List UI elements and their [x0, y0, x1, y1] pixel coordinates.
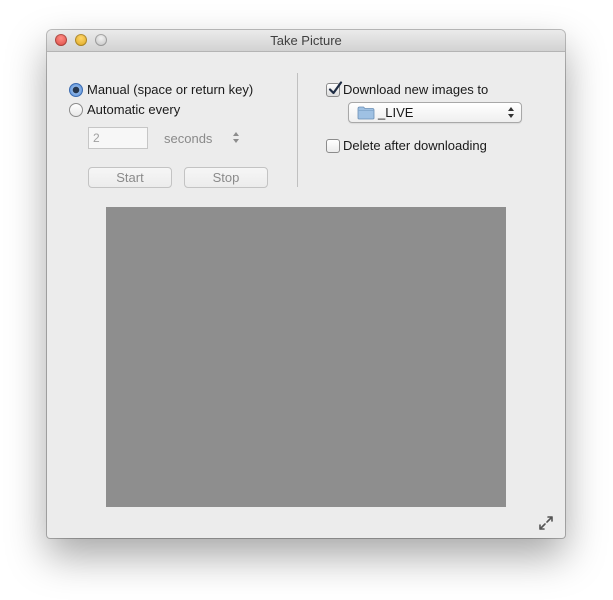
folder-icon [357, 106, 375, 120]
stepper-down-icon[interactable] [233, 139, 239, 143]
interval-seconds-input[interactable] [88, 127, 148, 149]
checkmark-icon [328, 81, 343, 95]
automatic-mode-radio[interactable] [69, 103, 83, 117]
manual-mode-radio[interactable] [69, 83, 83, 97]
column-divider [297, 73, 298, 187]
delete-after-downloading-checkbox[interactable] [326, 139, 340, 153]
download-new-images-label[interactable]: Download new images to [343, 82, 488, 97]
window-title: Take Picture [270, 33, 342, 48]
automatic-mode-label[interactable]: Automatic every [87, 102, 180, 117]
camera-preview [106, 207, 506, 507]
manual-mode-label[interactable]: Manual (space or return key) [87, 82, 253, 97]
interval-stepper[interactable] [233, 131, 241, 145]
download-folder-popup[interactable]: _LIVE [348, 102, 522, 123]
download-folder-name: _LIVE [378, 105, 414, 120]
up-down-chevron-icon [508, 107, 515, 119]
fullscreen-expand-icon[interactable] [538, 515, 554, 531]
stepper-up-icon[interactable] [233, 132, 239, 136]
title-bar[interactable]: Take Picture [47, 30, 565, 52]
seconds-unit-label: seconds [164, 131, 213, 146]
download-new-images-checkbox[interactable] [326, 81, 343, 97]
take-picture-window: Take Picture Manual (space or return key… [47, 30, 565, 538]
start-button[interactable]: Start [88, 167, 172, 188]
stop-button[interactable]: Stop [184, 167, 268, 188]
delete-after-downloading-label[interactable]: Delete after downloading [343, 138, 487, 153]
